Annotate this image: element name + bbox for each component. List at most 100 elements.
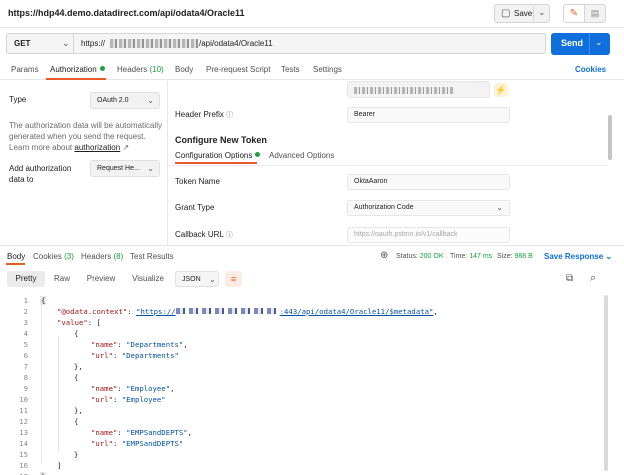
callback-url-placeholder: https://oauth.pstmn.io/v1/callback [354,231,458,238]
network-globe-icon[interactable]: ⊕ [380,250,388,261]
send-button[interactable]: Send ⌄ [551,33,610,55]
line-number: 10 [19,395,28,404]
resp-tab-cookies[interactable]: Cookies (3) [33,252,74,261]
chevron-down-icon[interactable]: ⌄ [538,7,546,18]
tab-headers[interactable]: Headers (10) [117,65,164,74]
active-response-tab-indicator [6,263,25,265]
status-value[interactable]: 200 OK [420,253,444,260]
chevron-down-icon[interactable]: ⌄ [595,37,603,48]
view-visualize-button[interactable]: Visualize [128,271,168,287]
chevron-down-icon: ⌄ [147,96,154,105]
redacted-host [110,39,198,48]
code-line: "@odata.context": "https://:443/api/odat… [57,307,438,316]
resp-headers-count: (8) [113,252,124,261]
auth-type-select[interactable]: OAuth 2.0 ⌄ [90,92,160,109]
resp-tab-headers[interactable]: Headers (8) [81,252,123,261]
variable-warning-icon[interactable]: ⚡ [494,83,508,97]
method-select[interactable]: GET ⌄ [6,33,74,54]
scrollbar-thumb[interactable] [604,295,608,471]
auth-scrollbar[interactable] [608,115,612,160]
size-value[interactable]: 988 B [515,253,533,260]
line-number: 6 [23,351,28,360]
time-readout: Time: 147 ms [450,253,492,260]
edit-pencil-icon[interactable]: ✎ [563,4,585,23]
tab-configuration-options[interactable]: Configuration Options [175,151,261,160]
send-label: Send [561,38,584,48]
line-number: 15 [19,450,28,459]
auth-type-value: OAuth 2.0 [97,97,129,104]
copy-icon[interactable]: ⧉ [566,273,573,284]
grant-type-select[interactable]: Authorization Code ⌄ [347,200,510,216]
format-select[interactable]: JSON ⌄ [175,271,219,287]
line-number: 8 [23,373,28,382]
tab-tests[interactable]: Tests [281,65,300,74]
info-icon[interactable]: ⓘ [226,232,233,239]
tab-body[interactable]: Body [175,65,193,74]
response-body-editor[interactable]: 1 { 2 "@odata.context": "https://:443/ap… [0,293,604,475]
tab-pre-request-script[interactable]: Pre-request Script [206,65,270,74]
search-icon[interactable]: ⌕ [590,272,596,285]
access-token-field[interactable] [347,81,490,98]
code-line: }, [74,362,83,371]
token-name-input[interactable]: OktaAaron [347,174,510,190]
url-input[interactable]: https:// /api/odata4/Oracle11 [74,33,546,54]
editor-scrollbar[interactable] [604,293,609,475]
code-line: } [74,450,79,459]
save-button[interactable]: ▢ Save ⌄ [494,4,550,23]
request-title[interactable]: https://hdp44.demo.datadirect.com/api/od… [8,8,245,18]
tab-settings[interactable]: Settings [313,65,342,74]
tab-authorization[interactable]: Authorization [50,65,105,74]
json-punct: : [ [87,318,101,327]
resp-tab-test-results[interactable]: Test Results [130,252,174,261]
callback-url-label: Callback URL ⓘ [175,230,233,240]
json-key: "name" [91,384,118,393]
code-line: { [74,417,79,426]
wrap-lines-icon[interactable]: ≡ [225,271,242,287]
view-raw-button[interactable]: Raw [50,271,74,287]
code-line: "name": "EMPSandDEPTS", [91,428,193,437]
resp-tab-body[interactable]: Body [7,252,25,261]
json-key: "url" [91,439,113,448]
header-prefix-input[interactable]: Bearer [347,107,510,123]
line-number: 13 [19,428,28,437]
documentation-icon[interactable]: ▤ [584,4,606,23]
cookies-link[interactable]: Cookies [575,65,606,74]
time-value[interactable]: 147 ms [469,253,492,260]
save-response-button[interactable]: Save Response ⌄ [544,252,612,261]
tab-params[interactable]: Params [11,65,39,74]
active-subtab-indicator [175,162,257,164]
code-line: "value": [ [57,318,101,327]
callback-url-text: Callback URL [175,230,224,239]
json-key: "name" [91,340,118,349]
code-line: { [74,373,79,382]
config-options-label: Configuration Options [175,151,253,160]
view-preview-button[interactable]: Preview [84,271,118,287]
method-value: GET [14,39,31,48]
json-colon: : [127,307,137,316]
code-line: "name": "Employee", [91,384,175,393]
info-icon[interactable]: ⓘ [226,112,233,119]
add-auth-to-select[interactable]: Request He... ⌄ [90,160,160,177]
divider [168,165,608,166]
line-number: 1 [23,296,28,305]
line-number: 2 [23,307,28,316]
chevron-down-icon: ⌄ [605,252,613,261]
callback-url-input[interactable]: https://oauth.pstmn.io/v1/callback [347,227,510,243]
metadata-link[interactable]: "https://:443/api/odata4/Oracle11/$metad… [136,307,433,316]
tab-advanced-options[interactable]: Advanced Options [269,151,334,160]
line-number: 3 [23,318,28,327]
json-string: "Employee" [121,395,166,404]
active-tab-indicator [46,78,106,80]
json-key: "value" [57,318,88,327]
chevron-down-icon: ⌄ [62,38,70,48]
status-label: Status: [396,253,418,260]
save-response-label: Save Response [544,252,604,261]
view-pretty-button[interactable]: Pretty [7,271,45,287]
json-comma: , [433,307,438,316]
request-tabs: Params Authorization Headers (10) Body P… [0,58,624,80]
indent-guide [41,303,42,463]
json-key: "url" [91,395,113,404]
authorization-docs-link[interactable]: authorization [74,143,120,152]
chevron-down-icon: ⌄ [496,203,503,212]
redacted-token [354,87,454,94]
